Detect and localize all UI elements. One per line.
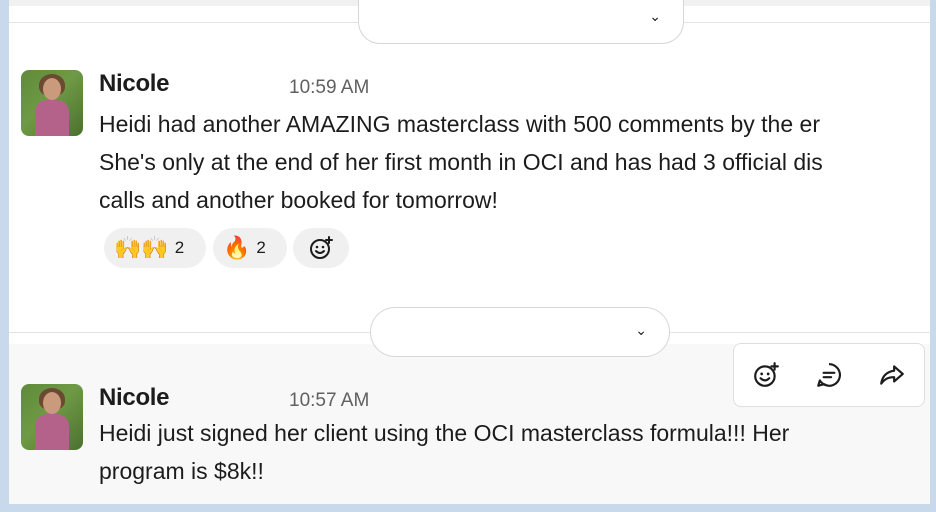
message-text-line: program is $8k!! — [99, 458, 264, 484]
sender-name[interactable]: Nicole — [99, 384, 170, 412]
window-frame-right — [930, 0, 936, 512]
window-frame-bottom — [0, 504, 936, 512]
message-text-line: Heidi just signed her client using the O… — [99, 420, 790, 446]
fire-icon: 🔥 — [223, 235, 251, 260]
reply-in-thread-button[interactable] — [811, 357, 847, 393]
add-reaction-icon — [310, 236, 333, 259]
reaction-count: 2 — [174, 238, 185, 257]
chevron-down-icon: ⌄ — [635, 322, 647, 338]
reaction-fire[interactable]: 🔥 2 — [213, 228, 287, 268]
message-1: Nicole 10:59 AM Heidi had another AMAZIN… — [9, 50, 930, 290]
date-divider-pill[interactable]: ⌄ — [358, 0, 684, 44]
share-message-button[interactable] — [874, 357, 910, 393]
add-reaction-icon — [753, 362, 779, 387]
message-text-line: Heidi had another AMAZING masterclass wi… — [99, 111, 820, 137]
reaction-raised-hands[interactable]: 🙌🙌 2 — [104, 228, 206, 268]
raised-hands-icon: 🙌🙌 — [114, 235, 169, 260]
chevron-down-icon: ⌄ — [649, 8, 661, 24]
share-forward-icon — [880, 365, 905, 385]
timestamp[interactable]: 10:59 AM — [289, 77, 369, 99]
message-text-line: calls and another booked for tomorrow! — [99, 187, 498, 213]
timestamp[interactable]: 10:57 AM — [289, 390, 369, 412]
window-frame-left — [0, 0, 9, 512]
thread-icon — [817, 363, 841, 387]
message-text-line: She's only at the end of her first month… — [99, 149, 823, 175]
avatar[interactable] — [21, 70, 83, 136]
date-divider-pill[interactable]: ⌄ — [370, 307, 670, 357]
reaction-count: 2 — [256, 238, 266, 257]
sender-name[interactable]: Nicole — [99, 70, 170, 98]
add-reaction-button[interactable] — [748, 357, 784, 393]
message-actions-toolbar — [733, 343, 925, 407]
avatar[interactable] — [21, 384, 83, 450]
add-reaction-button[interactable] — [293, 228, 349, 268]
